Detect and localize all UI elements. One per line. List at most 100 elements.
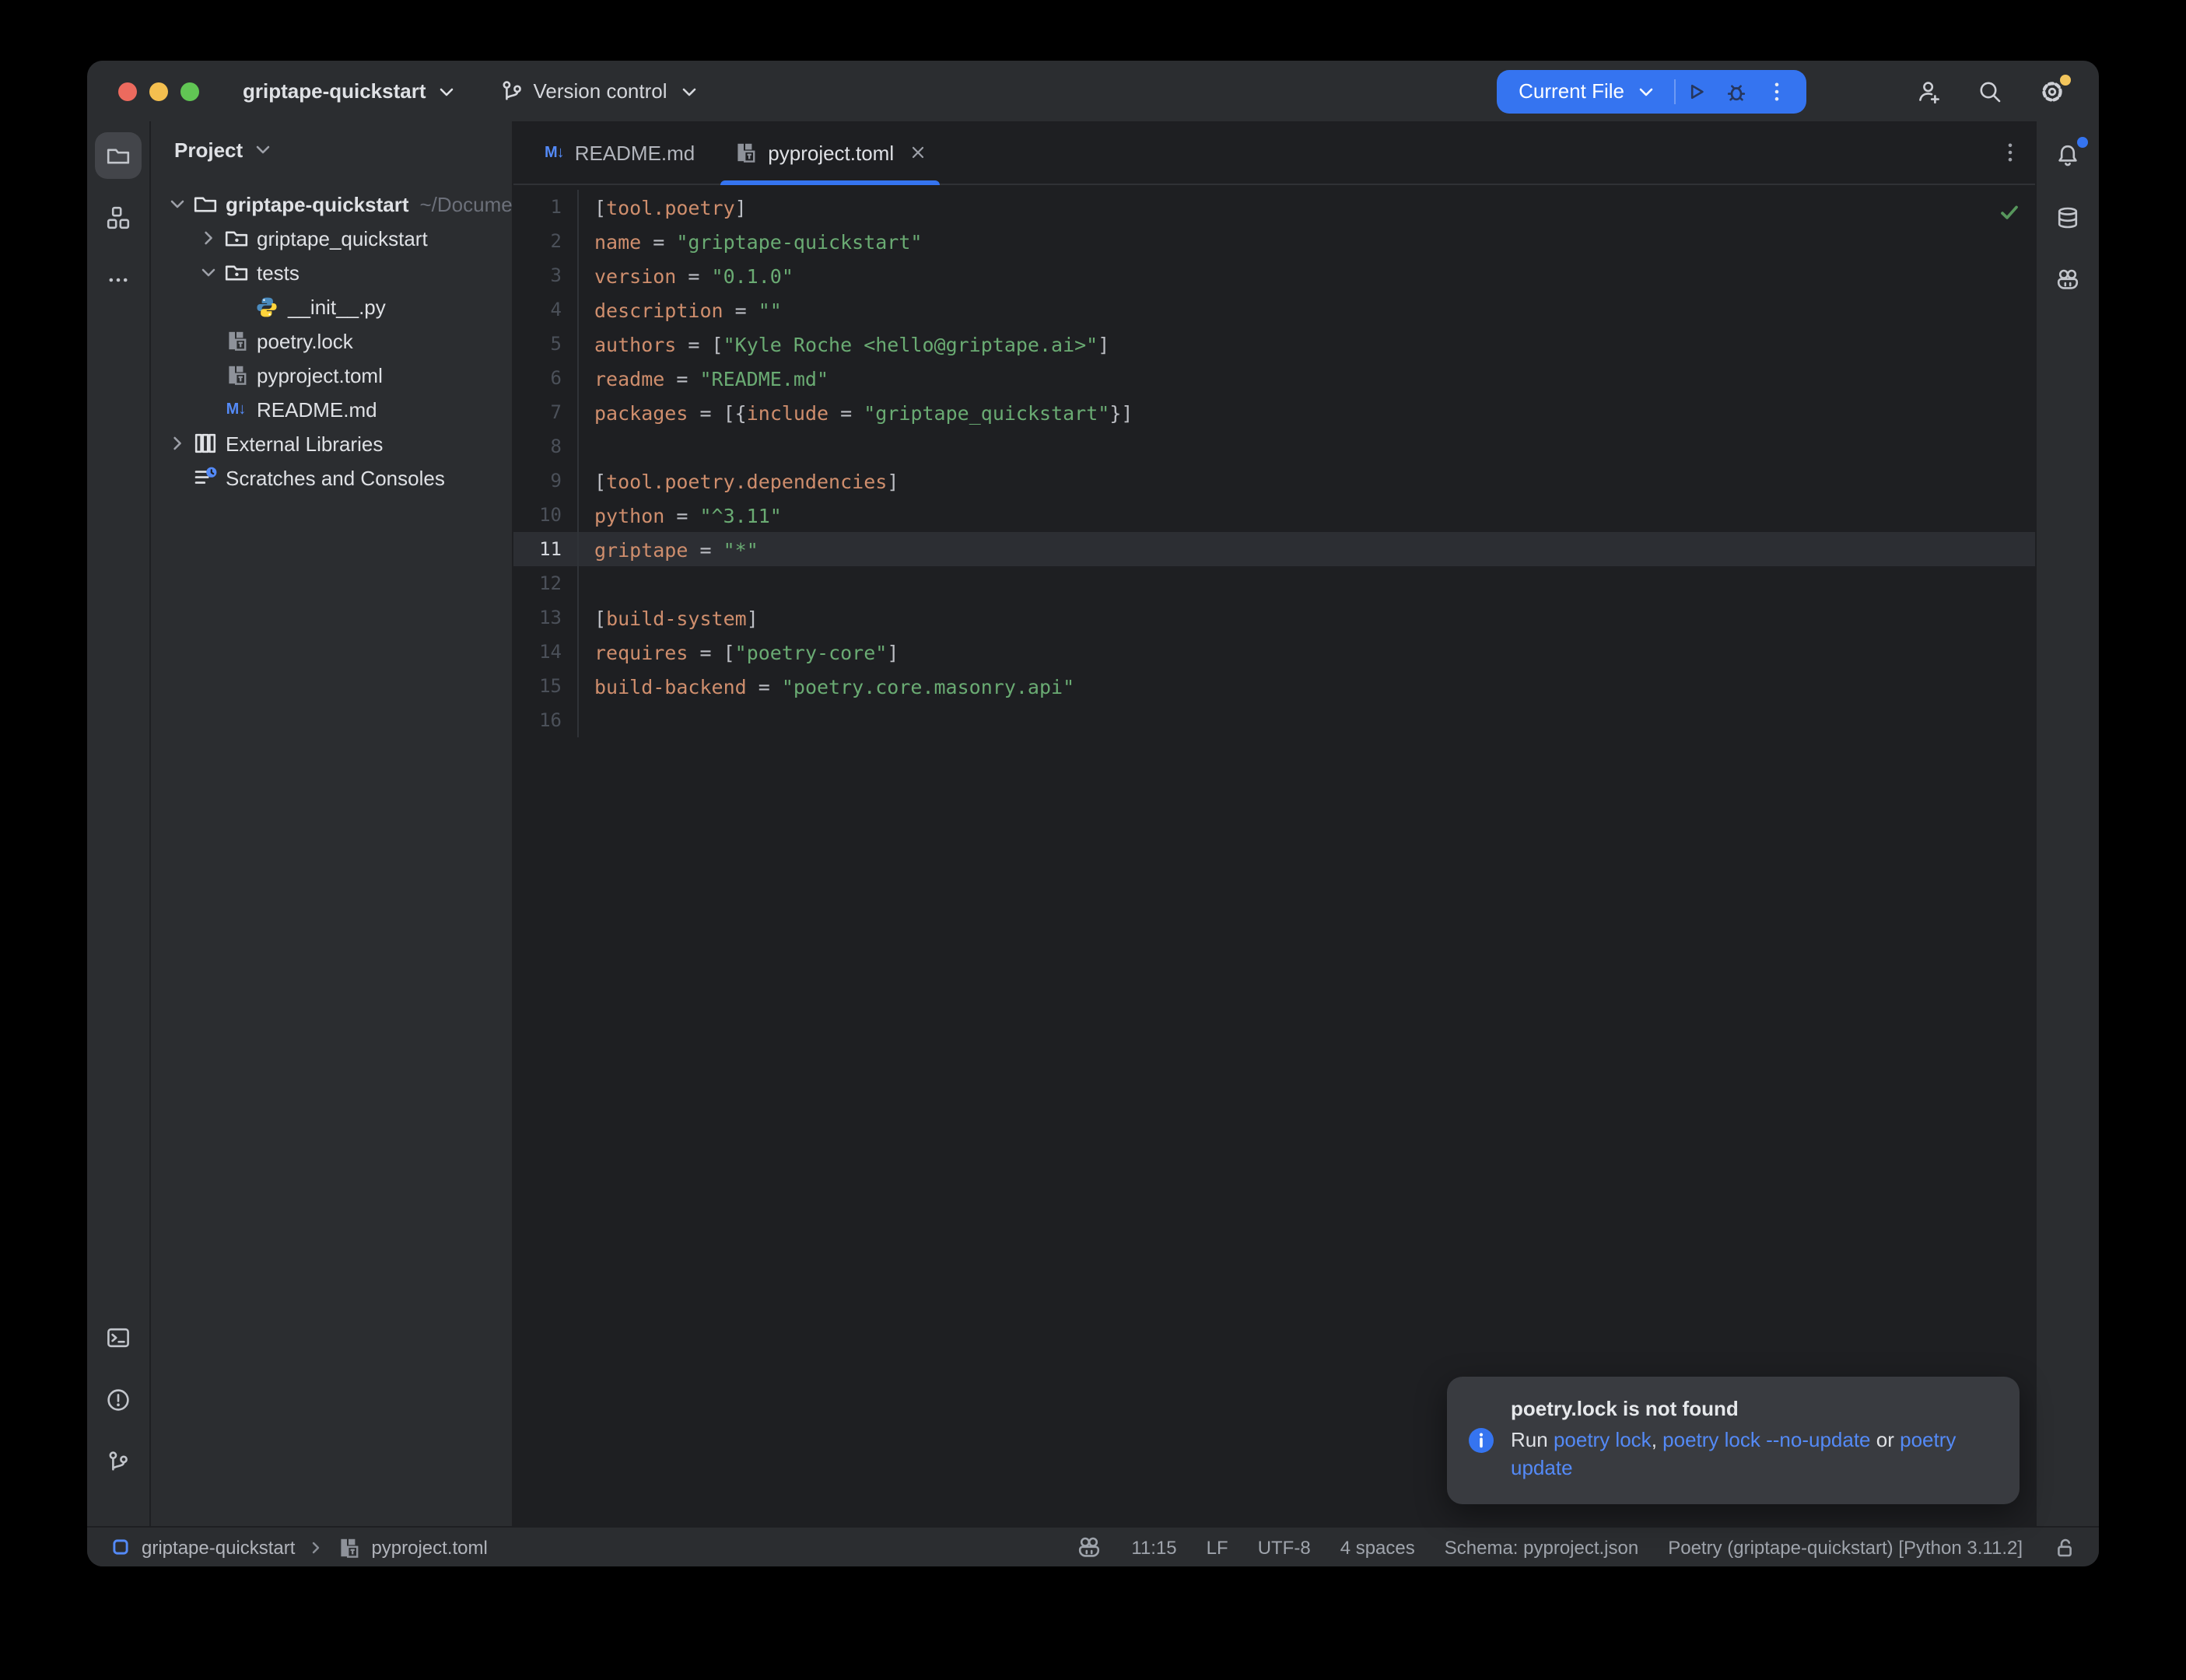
notification-balloon[interactable]: poetry.lock is not found Run poetry lock…	[1447, 1377, 2020, 1504]
debug-button[interactable]	[1716, 71, 1757, 111]
code-text: description = ""	[579, 298, 782, 321]
library-icon	[191, 431, 218, 456]
tree-item-tests[interactable]: tests	[151, 255, 512, 289]
project-panel-header[interactable]: Project	[151, 121, 512, 177]
status-item[interactable]: UTF-8	[1258, 1536, 1311, 1558]
tree-item-griptape_quickstart[interactable]: griptape_quickstart	[151, 221, 512, 255]
tab-label: README.md	[575, 141, 695, 164]
code-line-1[interactable]: 1[tool.poetry]	[513, 190, 2035, 224]
project-tool-window: Project griptape-quickstart~/Documegript…	[151, 121, 513, 1526]
code-line-4[interactable]: 4description = ""	[513, 292, 2035, 327]
tree-item-README.md[interactable]: M↓README.md	[151, 392, 512, 426]
code-line-8[interactable]: 8	[513, 429, 2035, 464]
breadcrumb-project[interactable]: griptape-quickstart	[142, 1536, 295, 1558]
code-line-13[interactable]: 13[build-system]	[513, 600, 2035, 635]
status-item[interactable]: 4 spaces	[1340, 1536, 1415, 1558]
more-tool-windows-tool-button[interactable]	[95, 257, 142, 303]
project-switcher-label: griptape-quickstart	[243, 79, 426, 103]
module-icon	[110, 1537, 131, 1557]
code-line-7[interactable]: 7packages = [{include = "griptape_quicks…	[513, 395, 2035, 429]
run-configuration-selector[interactable]: Current File	[1519, 79, 1674, 103]
badge-dot	[2060, 74, 2071, 85]
code-line-15[interactable]: 15build-backend = "poetry.core.masonry.a…	[513, 669, 2035, 703]
run-widget-buttons	[1676, 71, 1797, 111]
inspection-check-icon[interactable]	[1998, 201, 2021, 224]
code-text: [tool.poetry.dependencies]	[579, 469, 899, 492]
tab-options-icon[interactable]	[1998, 140, 2023, 165]
breadcrumb: griptape-quickstart pyproject.toml	[110, 1535, 488, 1559]
minimize-window-button[interactable]	[149, 82, 168, 100]
notifications-tool-button[interactable]	[2044, 132, 2091, 179]
close-icon[interactable]	[908, 143, 927, 162]
add-user-button[interactable]	[1906, 69, 1950, 113]
ai-assistant-status-icon[interactable]	[1077, 1535, 1102, 1559]
code-line-14[interactable]: 14requires = ["poetry-core"]	[513, 635, 2035, 669]
project-switcher[interactable]: griptape-quickstart	[243, 79, 459, 103]
zoom-window-button[interactable]	[180, 82, 199, 100]
settings-button[interactable]	[2030, 69, 2074, 113]
code-line-5[interactable]: 5authors = ["Kyle Roche <hello@griptape.…	[513, 327, 2035, 361]
tree-item-griptape-quickstart[interactable]: griptape-quickstart~/Docume	[151, 187, 512, 221]
vcs-widget[interactable]: Version control	[499, 79, 702, 103]
window-controls	[118, 82, 199, 100]
status-item[interactable]: 11:15	[1131, 1536, 1176, 1558]
tab-README.md[interactable]: M↓ README.md	[526, 121, 713, 184]
code-line-11[interactable]: 11griptape = "*"	[513, 532, 2035, 566]
line-number: 14	[513, 635, 579, 669]
chevron-down-icon[interactable]	[194, 260, 221, 285]
code-text: [build-system]	[579, 606, 758, 629]
tree-item-Scratches and Consoles[interactable]: Scratches and Consoles	[151, 460, 512, 495]
line-number: 11	[513, 532, 579, 566]
chevron-down-icon[interactable]	[163, 191, 190, 216]
status-item[interactable]: Schema: pyproject.json	[1445, 1536, 1638, 1558]
tree-indent-spacer	[194, 362, 221, 387]
chevron-right-icon[interactable]	[163, 431, 190, 456]
chevron-right-icon[interactable]	[194, 226, 221, 250]
structure-tool-button[interactable]	[95, 194, 142, 241]
version-control-tool-button[interactable]	[95, 1439, 142, 1486]
notification-link[interactable]: poetry lock --no-update	[1662, 1428, 1870, 1451]
lock-open-icon[interactable]	[2052, 1535, 2077, 1559]
code-line-9[interactable]: 9[tool.poetry.dependencies]	[513, 464, 2035, 498]
problems-tool-button[interactable]	[95, 1377, 142, 1423]
run-more-button[interactable]	[1757, 71, 1797, 111]
code-line-6[interactable]: 6readme = "README.md"	[513, 361, 2035, 395]
code-text: readme = "README.md"	[579, 366, 829, 390]
notification-link[interactable]: poetry lock	[1554, 1428, 1652, 1451]
code-editor[interactable]: 1[tool.poetry]2name = "griptape-quicksta…	[513, 185, 2035, 1526]
markdown-icon: M↓	[545, 144, 564, 161]
tree-item-__init__.py[interactable]: __init__.py	[151, 289, 512, 324]
code-line-16[interactable]: 16	[513, 703, 2035, 737]
tree-item-label: Scratches and Consoles	[226, 466, 445, 489]
tree-item-label: griptape-quickstart	[226, 192, 409, 215]
package-folder-icon	[222, 226, 249, 250]
line-number: 4	[513, 292, 579, 327]
run-widget[interactable]: Current File	[1497, 69, 1806, 113]
close-window-button[interactable]	[118, 82, 137, 100]
search-everywhere-button[interactable]	[1968, 69, 2012, 113]
code-line-10[interactable]: 10python = "^3.11"	[513, 498, 2035, 532]
branch-icon	[499, 79, 524, 103]
status-item[interactable]: LF	[1207, 1536, 1228, 1558]
tree-item-poetry.lock[interactable]: poetry.lock	[151, 324, 512, 358]
notification-content: poetry.lock is not found Run poetry lock…	[1511, 1397, 1995, 1482]
ai-assistant-tool-button[interactable]	[2044, 257, 2091, 303]
run-button[interactable]	[1676, 71, 1716, 111]
tree-item-label: poetry.lock	[257, 329, 353, 352]
database-tool-button[interactable]	[2044, 194, 2091, 241]
folder-icon	[191, 191, 218, 216]
chevron-down-icon	[250, 137, 275, 162]
tree-item-External Libraries[interactable]: External Libraries	[151, 426, 512, 460]
breadcrumb-file[interactable]: pyproject.toml	[371, 1536, 487, 1558]
status-item[interactable]: Poetry (griptape-quickstart) [Python 3.1…	[1668, 1536, 2023, 1558]
terminal-tool-button[interactable]	[95, 1314, 142, 1361]
notification-text: or	[1871, 1428, 1900, 1451]
tab-pyproject.toml[interactable]: pyproject.toml	[713, 121, 945, 184]
database-icon	[2055, 205, 2080, 230]
code-line-3[interactable]: 3version = "0.1.0"	[513, 258, 2035, 292]
tree-item-pyproject.toml[interactable]: pyproject.toml	[151, 358, 512, 392]
code-line-12[interactable]: 12	[513, 566, 2035, 600]
code-line-2[interactable]: 2name = "griptape-quickstart"	[513, 224, 2035, 258]
notification-text: ,	[1652, 1428, 1662, 1451]
project-tool-button[interactable]	[95, 132, 142, 179]
